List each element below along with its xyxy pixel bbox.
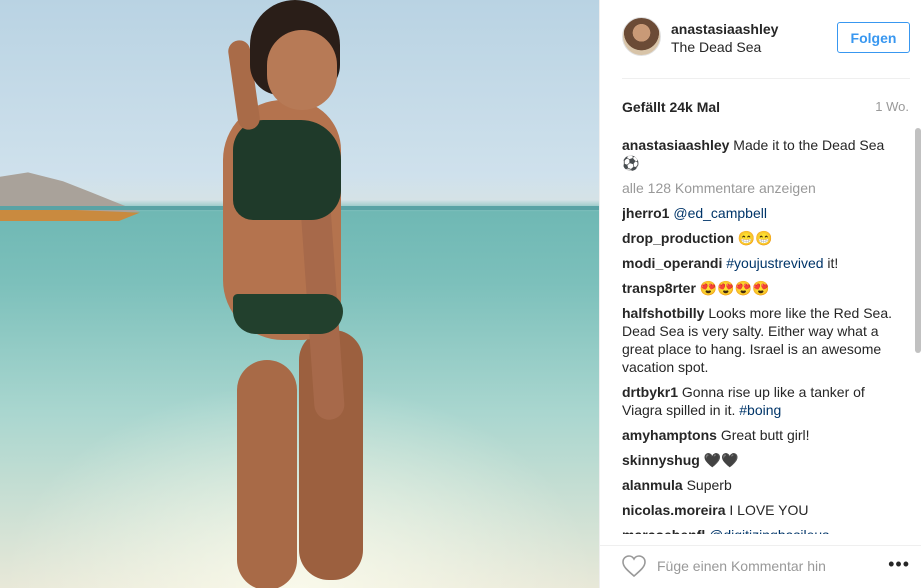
comment-text: it! — [823, 255, 839, 271]
likes-count[interactable]: Gefällt 24k Mal — [622, 99, 720, 115]
comment-text: I LOVE YOU — [729, 502, 809, 518]
comment-username[interactable]: skinnyshug — [622, 452, 700, 468]
comment-link[interactable]: #boing — [739, 402, 781, 418]
comment-text: Great butt girl! — [720, 427, 810, 443]
caption: anastasiaashley Made it to the Dead Sea … — [622, 136, 904, 172]
view-all-comments-link[interactable]: alle 128 Kommentare anzeigen — [622, 179, 904, 197]
comment-input[interactable]: Füge einen Kommentar hin — [657, 558, 826, 574]
post-time[interactable]: 1 Wo. — [875, 99, 909, 114]
comment-item: drop_production 😁😁 — [622, 229, 904, 247]
comment-item: drtbykr1 Gonna rise up like a tanker of … — [622, 383, 904, 419]
comment-username[interactable]: nicolas.moreira — [622, 502, 726, 518]
comment-item: modi_operandi #youjustrevived it! — [622, 254, 904, 272]
comment-item: amyhamptons Great butt girl! — [622, 426, 904, 444]
comment-link[interactable]: @digitizingbasileus — [709, 527, 829, 534]
comment-username[interactable]: amyhamptons — [622, 427, 717, 443]
caption-username[interactable]: anastasiaashley — [622, 137, 729, 153]
post-header: anastasiaashley The Dead Sea Folgen — [600, 0, 921, 78]
avatar[interactable] — [622, 17, 661, 56]
comment-bar: Füge einen Kommentar hin ••• — [600, 545, 921, 588]
comment-text: 🖤🖤 — [703, 452, 739, 468]
comment-text: 😁😁 — [737, 230, 773, 246]
post-sidebar: anastasiaashley The Dead Sea Folgen Gefä… — [599, 0, 921, 588]
username-link[interactable]: anastasiaashley — [671, 21, 778, 37]
comment-username[interactable]: jherro1 — [622, 205, 669, 221]
comment-username[interactable]: marcoebenfl — [622, 527, 705, 534]
comments-scrollbar[interactable] — [915, 128, 921, 353]
post-photo[interactable] — [0, 0, 599, 588]
comment-item: nicolas.moreira I LOVE YOU — [622, 501, 904, 519]
comment-username[interactable]: drop_production — [622, 230, 734, 246]
comment-item: alanmula Superb — [622, 476, 904, 494]
comment-item: marcoebenfl @digitizingbasileus — [622, 526, 904, 534]
comments-list: anastasiaashley Made it to the Dead Sea … — [622, 136, 904, 534]
comment-username[interactable]: halfshotbilly — [622, 305, 704, 321]
comment-link[interactable]: #youjustrevived — [726, 255, 823, 271]
comment-username[interactable]: alanmula — [622, 477, 683, 493]
location-link[interactable]: The Dead Sea — [671, 39, 761, 55]
comment-username[interactable]: drtbykr1 — [622, 384, 678, 400]
heart-icon[interactable] — [622, 555, 646, 577]
comment-item: skinnyshug 🖤🖤 — [622, 451, 904, 469]
comment-link[interactable]: @ed_campbell — [673, 205, 767, 221]
comment-username[interactable]: modi_operandi — [622, 255, 722, 271]
photo-person — [215, 0, 395, 588]
comment-item: transp8rter 😍😍😍😍 — [622, 279, 904, 297]
comment-text: Superb — [686, 477, 732, 493]
post-modal: anastasiaashley The Dead Sea Folgen Gefä… — [0, 0, 921, 588]
header-divider — [622, 78, 910, 79]
comment-text: 😍😍😍😍 — [699, 280, 770, 296]
comment-item: jherro1 @ed_campbell — [622, 204, 904, 222]
follow-button[interactable]: Folgen — [837, 22, 910, 53]
more-options-icon[interactable]: ••• — [888, 554, 910, 575]
comment-item: halfshotbilly Looks more like the Red Se… — [622, 304, 904, 376]
comment-username[interactable]: transp8rter — [622, 280, 696, 296]
